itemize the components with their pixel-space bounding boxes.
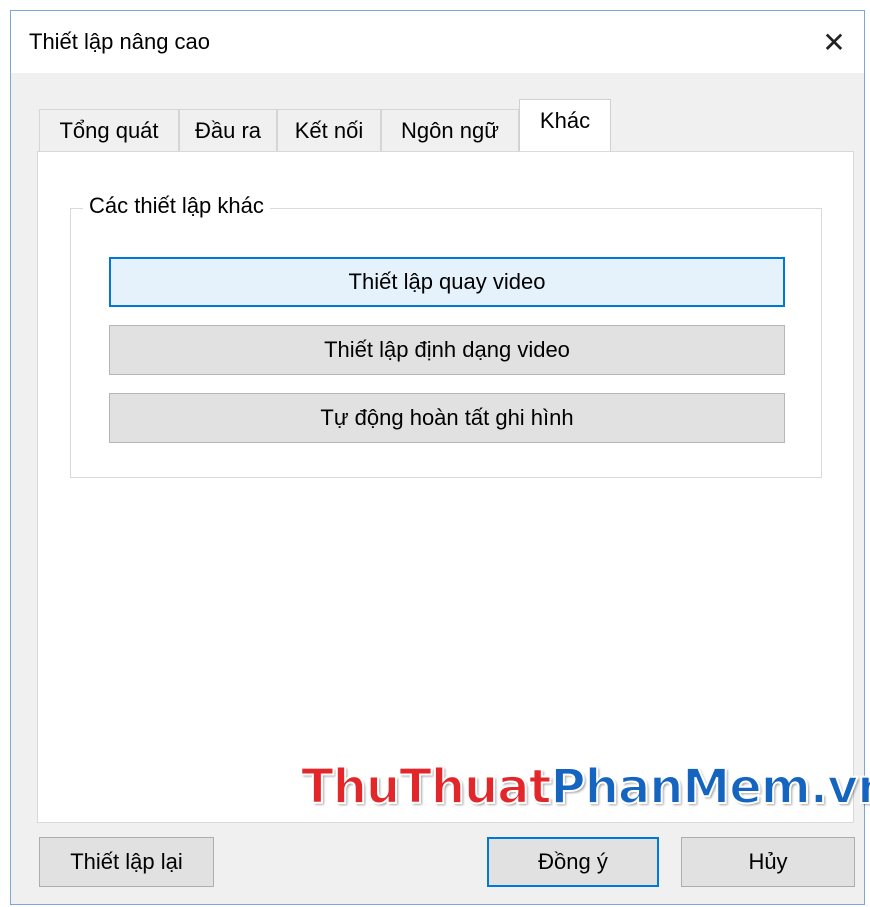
close-button[interactable]: ✕ bbox=[804, 11, 864, 73]
reset-button[interactable]: Thiết lập lại bbox=[39, 837, 214, 887]
tab-other[interactable]: Khác bbox=[519, 99, 611, 153]
tab-general[interactable]: Tổng quát bbox=[39, 109, 179, 151]
close-icon: ✕ bbox=[822, 26, 846, 58]
other-settings-group: Các thiết lập khác Thiết lập quay video … bbox=[70, 193, 822, 478]
watermark-part2: PhanMem.vn bbox=[550, 758, 870, 816]
cancel-button[interactable]: Hủy bbox=[681, 837, 855, 887]
ok-button[interactable]: Đồng ý bbox=[487, 837, 659, 887]
watermark-logo: ThuThuatPhanMem.vn bbox=[300, 758, 870, 816]
video-format-settings-button[interactable]: Thiết lập định dạng video bbox=[109, 325, 785, 375]
title-bar: Thiết lập nâng cao ✕ bbox=[11, 11, 864, 73]
watermark-part1: ThuThuat bbox=[300, 758, 553, 816]
video-capture-settings-button[interactable]: Thiết lập quay video bbox=[109, 257, 785, 307]
tab-language[interactable]: Ngôn ngữ bbox=[381, 109, 519, 151]
dialog-window: Thiết lập nâng cao ✕ Tổng quát Đầu ra Kế… bbox=[10, 10, 870, 905]
auto-stop-recording-button[interactable]: Tự động hoàn tất ghi hình bbox=[109, 393, 785, 443]
dialog-title: Thiết lập nâng cao bbox=[29, 29, 211, 54]
group-label: Các thiết lập khác bbox=[83, 193, 270, 219]
tab-connection[interactable]: Kết nối bbox=[277, 109, 381, 151]
tab-panel-other: Các thiết lập khác Thiết lập quay video … bbox=[37, 151, 854, 823]
tab-output[interactable]: Đầu ra bbox=[179, 109, 277, 151]
